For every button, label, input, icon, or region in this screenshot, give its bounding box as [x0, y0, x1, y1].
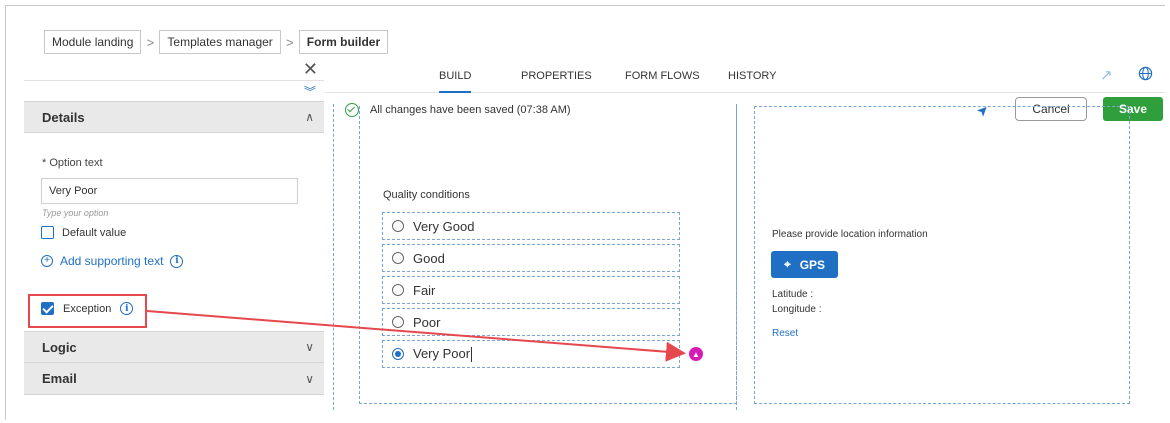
option-fair[interactable]: Fair [382, 276, 680, 304]
details-section-header[interactable]: Details ∧ [24, 101, 324, 133]
option-label-text: Very Poor [413, 345, 471, 361]
logic-title: Logic [42, 339, 77, 355]
location-pin-icon: ⌖ [783, 257, 791, 271]
option-very-good[interactable]: Very Good [382, 212, 680, 240]
builder-tabs: BUILD PROPERTIES FORM FLOWS HISTORY ↗ [325, 59, 1165, 93]
email-title: Email [42, 371, 77, 386]
tab-build[interactable]: BUILD [439, 70, 472, 93]
option-text-input[interactable] [41, 178, 298, 204]
default-value-checkbox[interactable] [41, 226, 54, 239]
option-good[interactable]: Good [382, 244, 680, 272]
exception-warning-icon: ▲ [689, 347, 703, 361]
breadcrumb-separator-icon: > [286, 34, 294, 50]
logic-section-header[interactable]: Logic ∨ [24, 331, 324, 363]
longitude-label: Longitude : [772, 304, 822, 315]
breadcrumb-module-landing[interactable]: Module landing [44, 30, 142, 54]
radio-selected-icon [392, 348, 404, 360]
chevron-up-icon: ∧ [305, 110, 314, 124]
external-link-icon[interactable]: ↗ [1100, 66, 1113, 84]
breadcrumb-separator-icon: > [146, 34, 155, 50]
option-label: Poor [413, 314, 441, 330]
breadcrumb-form-builder: Form builder [298, 30, 389, 54]
gps-label: GPS [799, 257, 826, 272]
text-cursor [471, 347, 473, 363]
panel-expand-bar: ︾ [24, 81, 324, 101]
exception-highlight-box [28, 294, 147, 328]
location-prompt: Please provide location information [772, 229, 928, 240]
option-text-label: * Option text [42, 157, 103, 169]
question-label: Quality conditions [383, 189, 470, 201]
radio-icon [392, 252, 404, 264]
default-value-label: Default value [62, 226, 127, 239]
email-section-header[interactable]: Email ∨ [24, 363, 324, 395]
breadcrumb-templates-manager[interactable]: Templates manager [159, 30, 281, 54]
gps-button[interactable]: ⌖ GPS [771, 251, 838, 278]
radio-icon [392, 220, 404, 232]
globe-icon[interactable] [1138, 66, 1153, 85]
option-poor[interactable]: Poor [382, 308, 680, 336]
info-icon[interactable]: i [170, 254, 184, 268]
tab-form-flows[interactable]: FORM FLOWS [625, 70, 700, 82]
close-icon[interactable]: ✕ [303, 60, 318, 78]
plus-circle-icon: + [41, 255, 53, 267]
option-label: Good [413, 250, 445, 266]
radio-icon [392, 284, 404, 296]
properties-panel: ✕ ︾ Details ∧ * Option text Type your op… [24, 59, 324, 409]
double-chevron-down-icon[interactable]: ︾ [304, 83, 316, 100]
panel-top-bar: ✕ [24, 59, 324, 81]
details-section-body: * Option text Type your option Default v… [24, 133, 324, 297]
breadcrumb: Module landing > Templates manager > For… [44, 30, 389, 54]
option-label: Very Good [413, 218, 475, 234]
globe-icon-svg [1138, 66, 1153, 81]
latitude-label: Latitude : [772, 289, 814, 300]
default-value-row[interactable]: Default value [41, 226, 126, 239]
option-very-poor[interactable]: Very Poor [382, 340, 680, 368]
add-supporting-text-label: Add supporting text [60, 254, 164, 268]
details-title: Details [42, 109, 85, 125]
add-supporting-text-link[interactable]: + Add supporting text i [41, 254, 184, 268]
tab-history[interactable]: HISTORY [728, 70, 777, 82]
option-text-hint: Type your option [42, 208, 109, 218]
option-label: Very Poor [413, 345, 473, 363]
option-label: Fair [413, 282, 436, 298]
reset-link[interactable]: Reset [772, 328, 798, 339]
radio-icon [392, 316, 404, 328]
chevron-down-icon: ∨ [305, 371, 314, 386]
chevron-down-icon: ∨ [305, 340, 314, 354]
tab-properties[interactable]: PROPERTIES [521, 70, 592, 82]
